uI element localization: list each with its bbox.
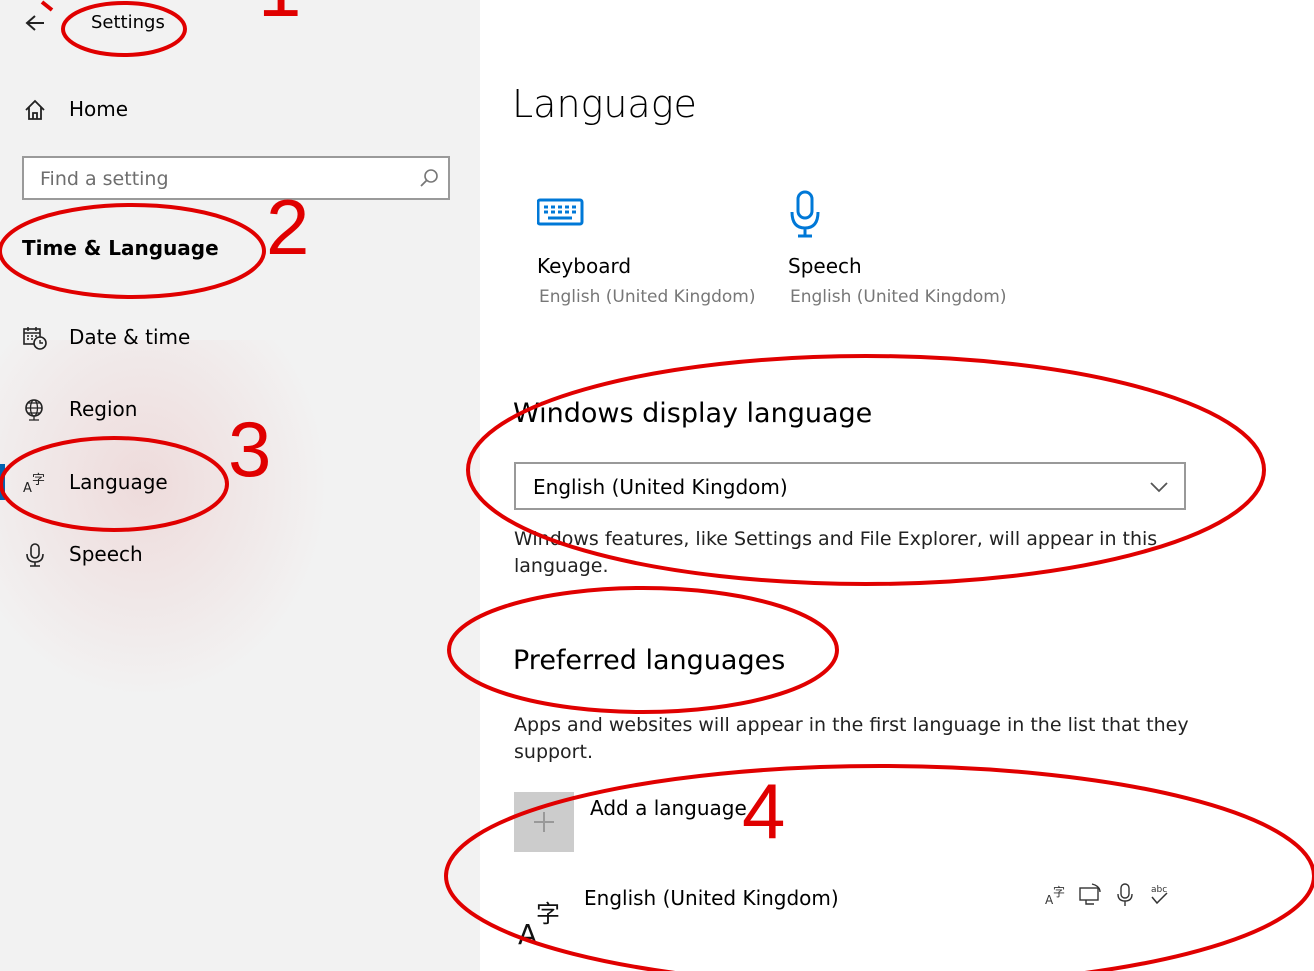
- display-language-select[interactable]: English (United Kingdom): [514, 462, 1186, 510]
- preferred-languages-heading: Preferred languages: [513, 645, 786, 676]
- selected-value: English (United Kingdom): [533, 475, 788, 499]
- svg-text:字: 字: [1053, 884, 1065, 899]
- svg-text:A: A: [23, 481, 32, 496]
- language-list-item[interactable]: A 字 English (United Kingdom) A 字 abc: [512, 876, 1202, 946]
- page-title: Language: [512, 82, 697, 126]
- search-input[interactable]: [24, 158, 432, 200]
- sidebar-item-label: Speech: [69, 542, 143, 566]
- annotation-number: 3: [228, 405, 272, 493]
- annotation-number: 2: [266, 183, 310, 271]
- annotation-number: 1: [258, 0, 301, 28]
- sidebar-item-home[interactable]: Home: [0, 89, 470, 129]
- globe-icon: [25, 399, 43, 421]
- sidebar-item-label: Language: [69, 470, 168, 494]
- add-language-button[interactable]: [514, 792, 574, 852]
- add-language-label[interactable]: Add a language: [590, 796, 747, 820]
- preferred-languages-description: Apps and websites will appear in the fir…: [514, 714, 1189, 763]
- tile-subtitle: English (United Kingdom): [539, 287, 756, 307]
- chevron-down-icon: [1150, 482, 1168, 493]
- text-to-speech-feature-icon: [1079, 883, 1101, 905]
- back-arrow-icon: [25, 15, 44, 31]
- display-language-heading: Windows display language: [513, 398, 873, 429]
- language-icon: A 字: [518, 900, 560, 946]
- display-language-description: Windows features, like Settings and File…: [514, 528, 1158, 577]
- sidebar-item-date-time[interactable]: Date & time: [0, 317, 470, 357]
- language-icon: A 字: [23, 473, 45, 496]
- tile-title: Keyboard: [537, 254, 632, 278]
- display-language-feature-icon: A 字: [1045, 884, 1065, 907]
- plus-icon: [534, 812, 554, 832]
- speech-recognition-feature-icon: [1117, 883, 1133, 906]
- tile-subtitle: English (United Kingdom): [790, 287, 1007, 307]
- keyboard-icon: [537, 198, 584, 226]
- search-icon[interactable]: [418, 167, 440, 189]
- sidebar-item-label: Date & time: [69, 325, 191, 349]
- svg-text:字: 字: [536, 900, 560, 928]
- speech-tile[interactable]: Speech English (United Kingdom): [788, 190, 1018, 320]
- annotation-number: 4: [742, 767, 786, 855]
- search-box[interactable]: [22, 156, 450, 200]
- svg-text:A: A: [518, 918, 537, 946]
- svg-text:字: 字: [32, 473, 45, 488]
- section-title: Time & Language: [22, 236, 219, 260]
- window-title: Settings: [91, 12, 165, 33]
- keyboard-tile[interactable]: Keyboard English (United Kingdom): [537, 190, 767, 320]
- sidebar-item-label: Home: [69, 97, 129, 121]
- tile-title: Speech: [788, 254, 862, 278]
- calendar-clock-icon: [23, 327, 47, 350]
- spell-check-feature-icon: abc: [1151, 885, 1168, 905]
- svg-text:abc: abc: [1151, 885, 1167, 895]
- microphone-icon: [26, 543, 44, 567]
- back-button[interactable]: [22, 10, 50, 38]
- sidebar-item-label: Region: [69, 397, 138, 421]
- home-icon: [25, 99, 45, 120]
- microphone-icon: [790, 190, 820, 238]
- sidebar-item-speech[interactable]: Speech: [0, 534, 470, 574]
- language-name: English (United Kingdom): [584, 886, 839, 910]
